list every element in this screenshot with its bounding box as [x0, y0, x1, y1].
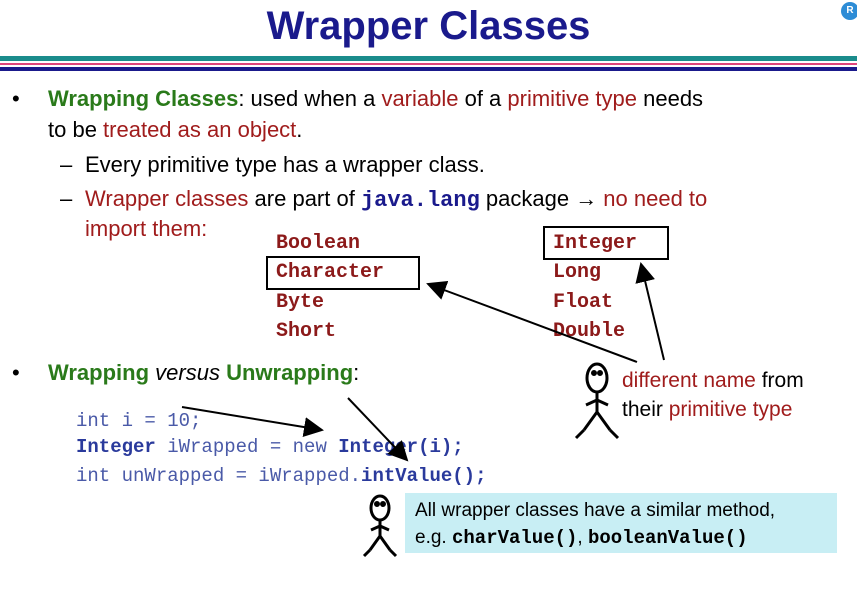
- arrow-to-integer: [635, 262, 665, 361]
- arrow-to-constructor: [181, 406, 324, 437]
- annotation-arrows: [181, 262, 665, 558]
- stick-figure-icon: [574, 362, 620, 440]
- arrow-to-intvalue: [347, 397, 409, 462]
- arrow-to-character: [426, 280, 638, 363]
- stick-figure-icon: [362, 494, 398, 558]
